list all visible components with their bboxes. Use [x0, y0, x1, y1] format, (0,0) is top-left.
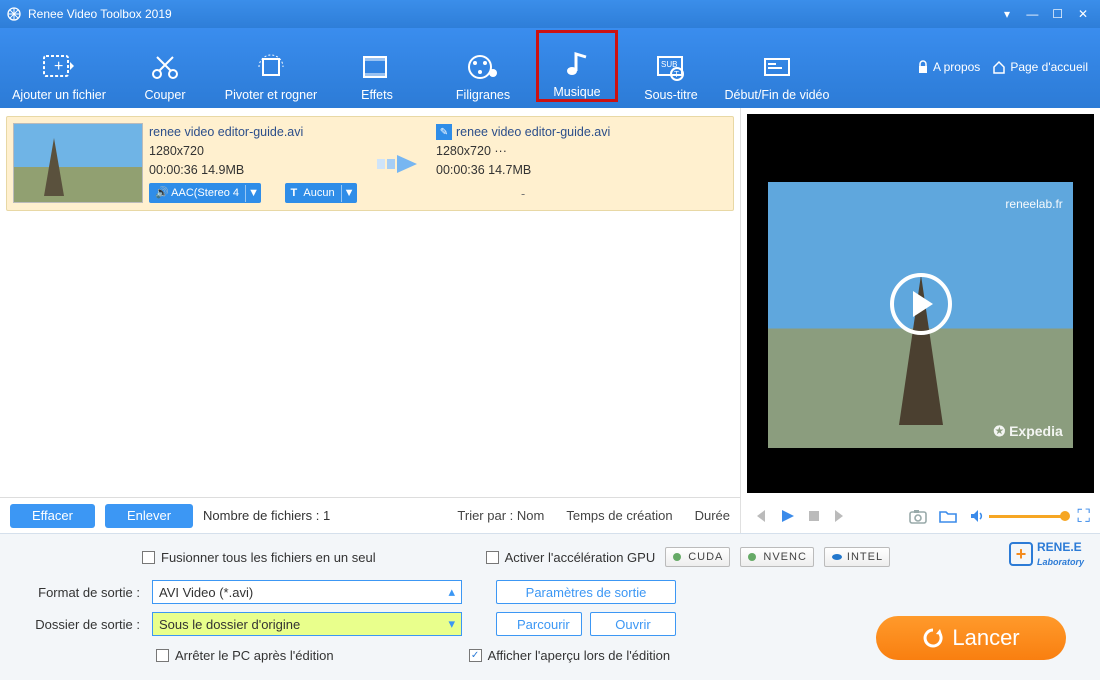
gpu-badge-intel: INTEL: [824, 547, 890, 567]
preview-brand: ✪ Expedia: [993, 423, 1062, 440]
maximize-button[interactable]: ☐: [1047, 6, 1069, 22]
toolbar-label: Sous-titre: [644, 88, 698, 102]
gpu-badge-nvenc: NVENC: [740, 547, 814, 567]
toolbar-label: Filigranes: [456, 88, 510, 102]
minimize-button[interactable]: —: [1021, 6, 1043, 22]
volume-slider[interactable]: [989, 515, 1065, 518]
browse-button[interactable]: Parcourir: [496, 612, 582, 636]
app-logo-icon: [6, 6, 22, 22]
lock-icon: [917, 60, 929, 74]
sort-by-time[interactable]: Temps de création: [566, 508, 672, 523]
toolbar-label: Ajouter un fichier: [12, 88, 106, 102]
preview-video[interactable]: reneelab.fr ✪ Expedia: [747, 114, 1094, 493]
svg-text:+: +: [54, 58, 63, 75]
audio-track-dropdown[interactable]: 🔊 AAC(Stereo 4 ▼: [149, 183, 261, 203]
about-link[interactable]: A propos: [911, 60, 986, 74]
effects-icon: [360, 50, 394, 84]
homepage-link[interactable]: Page d'accueil: [986, 60, 1094, 74]
output-format-combo[interactable]: AVI Video (*.avi)▴: [152, 580, 462, 604]
prev-button[interactable]: [751, 508, 767, 524]
play-overlay-button[interactable]: [890, 273, 952, 335]
output-duration-size: 00:00:36 14.7MB: [436, 161, 610, 180]
file-row[interactable]: renee video editor-guide.avi 1280x720 00…: [6, 116, 734, 211]
output-folder-combo[interactable]: Sous le dossier d'origine▾: [152, 612, 462, 636]
edit-icon[interactable]: ✎: [436, 124, 452, 140]
folder-label: Dossier de sortie :: [14, 617, 144, 632]
scissors-icon: [148, 50, 182, 84]
refresh-icon: [922, 627, 944, 649]
source-duration-size: 00:00:36 14.9MB: [149, 161, 364, 180]
toolbar-effects[interactable]: Effets: [324, 30, 430, 102]
output-resolution: 1280x720 ···: [436, 142, 610, 161]
toolbar-rotate-crop[interactable]: Pivoter et rogner: [218, 30, 324, 102]
open-button[interactable]: Ouvrir: [590, 612, 676, 636]
sort-by-name[interactable]: Nom: [517, 508, 544, 523]
toolbar-label: Effets: [361, 88, 393, 102]
file-count-label: Nombre de fichiers : 1: [203, 508, 330, 523]
toolbar-label: Pivoter et rogner: [225, 88, 317, 102]
toolbar-subtitle[interactable]: SUBT Sous-titre: [618, 30, 724, 102]
toolbar-add-file[interactable]: + Ajouter un fichier: [6, 30, 112, 102]
toolbar-music[interactable]: Musique: [536, 30, 618, 102]
subtitle-icon: SUBT: [654, 50, 688, 84]
music-note-icon: [560, 47, 594, 81]
title-dropdown-icon[interactable]: ▾: [996, 6, 1018, 22]
crop-rotate-icon: [254, 50, 288, 84]
brand-logo: + RENE.ELaboratory: [1009, 540, 1084, 568]
fullscreen-button[interactable]: ⛶: [1077, 506, 1090, 527]
toolbar-watermarks[interactable]: Filigranes: [430, 30, 536, 102]
gpu-badge-cuda: CUDA: [665, 547, 730, 567]
toolbar-label: Couper: [145, 88, 186, 102]
add-file-icon: +: [42, 50, 76, 84]
source-thumbnail[interactable]: [13, 123, 143, 203]
begin-end-icon: [760, 50, 794, 84]
preview-watermark: reneelab.fr: [1005, 197, 1062, 211]
play-button[interactable]: [779, 508, 795, 524]
next-button[interactable]: [833, 508, 849, 524]
shutdown-checkbox[interactable]: Arrêter le PC après l'édition: [156, 648, 334, 663]
toolbar-label: Début/Fin de vidéo: [725, 88, 830, 102]
svg-text:T: T: [674, 70, 679, 79]
source-filename[interactable]: renee video editor-guide.avi: [149, 123, 364, 142]
toolbar-cut[interactable]: Couper: [112, 30, 218, 102]
volume-icon[interactable]: [969, 508, 985, 524]
merge-files-checkbox[interactable]: Fusionner tous les fichiers en un seul: [142, 550, 376, 565]
sort-by-duration[interactable]: Durée: [695, 508, 730, 523]
watermark-icon: [466, 50, 500, 84]
window-title: Renee Video Toolbox 2019: [28, 7, 172, 21]
homepage-label: Page d'accueil: [1010, 60, 1088, 74]
snapshot-button[interactable]: [909, 508, 927, 524]
source-resolution: 1280x720: [149, 142, 364, 161]
output-params-button[interactable]: Paramètres de sortie: [496, 580, 676, 604]
toolbar-begin-end[interactable]: Début/Fin de vidéo: [724, 30, 830, 102]
clear-button[interactable]: Effacer: [10, 504, 95, 528]
home-icon: [992, 60, 1006, 74]
output-filename[interactable]: ✎ renee video editor-guide.avi: [436, 123, 610, 142]
show-preview-checkbox[interactable]: ✓Afficher l'aperçu lors de l'édition: [469, 648, 671, 663]
toolbar-label: Musique: [553, 85, 600, 99]
format-label: Format de sortie :: [14, 585, 144, 600]
gpu-accel-checkbox[interactable]: Activer l'accélération GPU: [486, 550, 656, 565]
subtitle-dropdown[interactable]: T Aucun ▼: [285, 183, 357, 203]
sort-label: Trier par : Nom: [457, 508, 544, 523]
open-folder-button[interactable]: [939, 508, 957, 524]
arrow-icon: [370, 149, 430, 179]
output-extra: -: [436, 185, 610, 204]
remove-button[interactable]: Enlever: [105, 504, 193, 528]
stop-button[interactable]: [807, 509, 821, 523]
launch-button[interactable]: Lancer: [876, 616, 1066, 660]
close-button[interactable]: ✕: [1072, 6, 1094, 22]
about-label: A propos: [933, 60, 980, 74]
